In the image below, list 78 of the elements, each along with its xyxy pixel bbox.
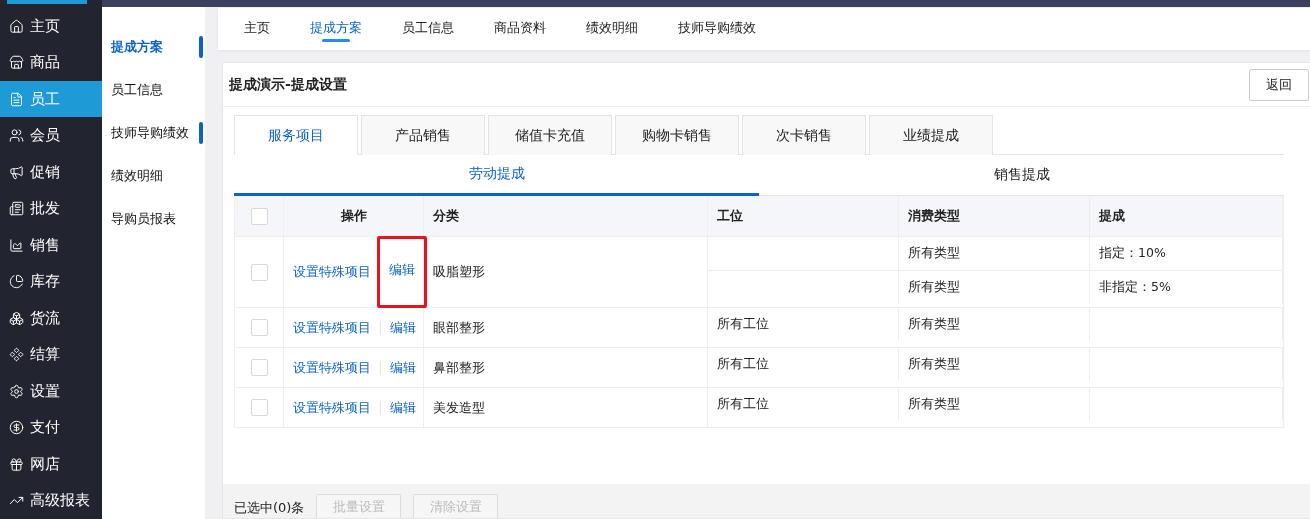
page-tab[interactable]: 主页 <box>224 8 290 50</box>
edit-link[interactable]: 编辑 <box>377 236 427 308</box>
page-tab[interactable]: 提成方案 <box>290 8 382 50</box>
category-text: 美发造型 <box>433 398 485 417</box>
column-header: 工位 <box>717 207 743 225</box>
special-item-link[interactable]: 设置特殊项目 <box>293 358 371 377</box>
megaphone-icon <box>9 164 24 180</box>
document-icon <box>9 91 24 107</box>
station-text: 所有工位 <box>717 396 769 413</box>
submenu-item[interactable]: 绩效明细 <box>102 154 205 197</box>
sidebar-item[interactable]: 批发 <box>0 190 102 227</box>
sidebar-item[interactable]: 库存 <box>0 263 102 300</box>
consume-type-text: 所有类型 <box>908 356 960 373</box>
sidebar-item[interactable]: 高级报表 <box>0 482 102 519</box>
gift-icon <box>9 456 24 472</box>
category-tab[interactable]: 次卡销售 <box>742 115 866 155</box>
row-checkbox[interactable] <box>250 399 268 416</box>
category-tab[interactable]: 储值卡充值 <box>488 115 612 155</box>
category-text: 眼部整形 <box>433 318 485 337</box>
sidebar-item[interactable]: 会员 <box>0 117 102 154</box>
edit-link[interactable]: 编辑 <box>390 358 416 377</box>
sidebar-item[interactable]: 货流 <box>0 299 102 337</box>
settings-icon <box>9 383 24 399</box>
category-tab[interactable]: 业绩提成 <box>869 115 993 155</box>
category-text: 吸脂塑形 <box>433 263 485 281</box>
boxes-icon <box>9 310 24 326</box>
sidebar-item[interactable]: 网店 <box>0 445 102 483</box>
page-tab[interactable]: 技师导购绩效 <box>658 8 776 50</box>
selected-count: 已选中(0)条 <box>234 499 305 517</box>
pie-chart-icon <box>9 274 24 290</box>
dollar-icon <box>9 420 24 436</box>
station-text: 所有工位 <box>717 356 769 373</box>
column-header: 提成 <box>1099 207 1125 225</box>
newspaper-icon <box>9 201 24 217</box>
edit-link[interactable]: 编辑 <box>390 318 416 337</box>
row-checkbox[interactable] <box>250 359 268 376</box>
sidebar-item[interactable]: 商品 <box>0 44 102 81</box>
category-tab[interactable]: 产品销售 <box>361 115 485 155</box>
select-all-checkbox[interactable] <box>250 207 268 225</box>
store-icon <box>9 55 24 71</box>
home-icon <box>9 18 24 34</box>
column-header: 操作 <box>340 207 367 225</box>
page-tab[interactable]: 员工信息 <box>382 8 474 50</box>
area-chart-icon <box>9 237 24 253</box>
card-title: 提成演示-提成设置 <box>229 75 347 94</box>
special-item-link[interactable]: 设置特殊项目 <box>293 398 371 417</box>
column-header: 分类 <box>433 207 459 225</box>
submenu-item[interactable]: 技师导购绩效 <box>102 111 205 154</box>
people-icon <box>9 128 24 144</box>
station-text: 所有工位 <box>717 316 769 333</box>
sidebar-item[interactable]: 设置 <box>0 372 102 410</box>
page-tab[interactable]: 商品资料 <box>474 8 566 50</box>
sidebar-item[interactable]: 结算 <box>0 336 102 373</box>
edit-link[interactable]: 编辑 <box>390 398 416 417</box>
special-item-link[interactable]: 设置特殊项目 <box>293 318 371 337</box>
category-tab[interactable]: 服务项目 <box>234 115 358 155</box>
submenu-item[interactable]: 导购员报表 <box>102 197 205 240</box>
sidebar-item[interactable]: 销售 <box>0 226 102 264</box>
category-text: 鼻部整形 <box>433 358 485 377</box>
back-button[interactable]: 返回 <box>1249 68 1309 101</box>
submenu-item[interactable]: 提成方案 <box>102 25 205 68</box>
category-tab[interactable]: 购物卡销售 <box>615 115 739 155</box>
sidebar-item[interactable]: 支付 <box>0 409 102 446</box>
consume-type-text: 所有类型 <box>908 245 960 262</box>
sidebar-item[interactable]: 主页 <box>0 7 102 45</box>
row-checkbox[interactable] <box>250 319 268 336</box>
consume-type-text: 所有类型 <box>908 279 960 296</box>
commission-text: 指定：10% <box>1099 245 1166 262</box>
commission-text: 非指定：5% <box>1099 279 1171 296</box>
special-item-link[interactable]: 设置特殊项目 <box>293 263 371 281</box>
page-tab[interactable]: 绩效明细 <box>566 8 658 50</box>
column-header: 消费类型 <box>908 207 960 225</box>
consume-type-text: 所有类型 <box>908 396 960 413</box>
sidebar-item[interactable]: 促销 <box>0 153 102 191</box>
row-checkbox[interactable] <box>250 263 268 281</box>
component-icon <box>9 347 24 363</box>
submenu-item[interactable]: 员工信息 <box>102 68 205 111</box>
consume-type-text: 所有类型 <box>908 316 960 333</box>
